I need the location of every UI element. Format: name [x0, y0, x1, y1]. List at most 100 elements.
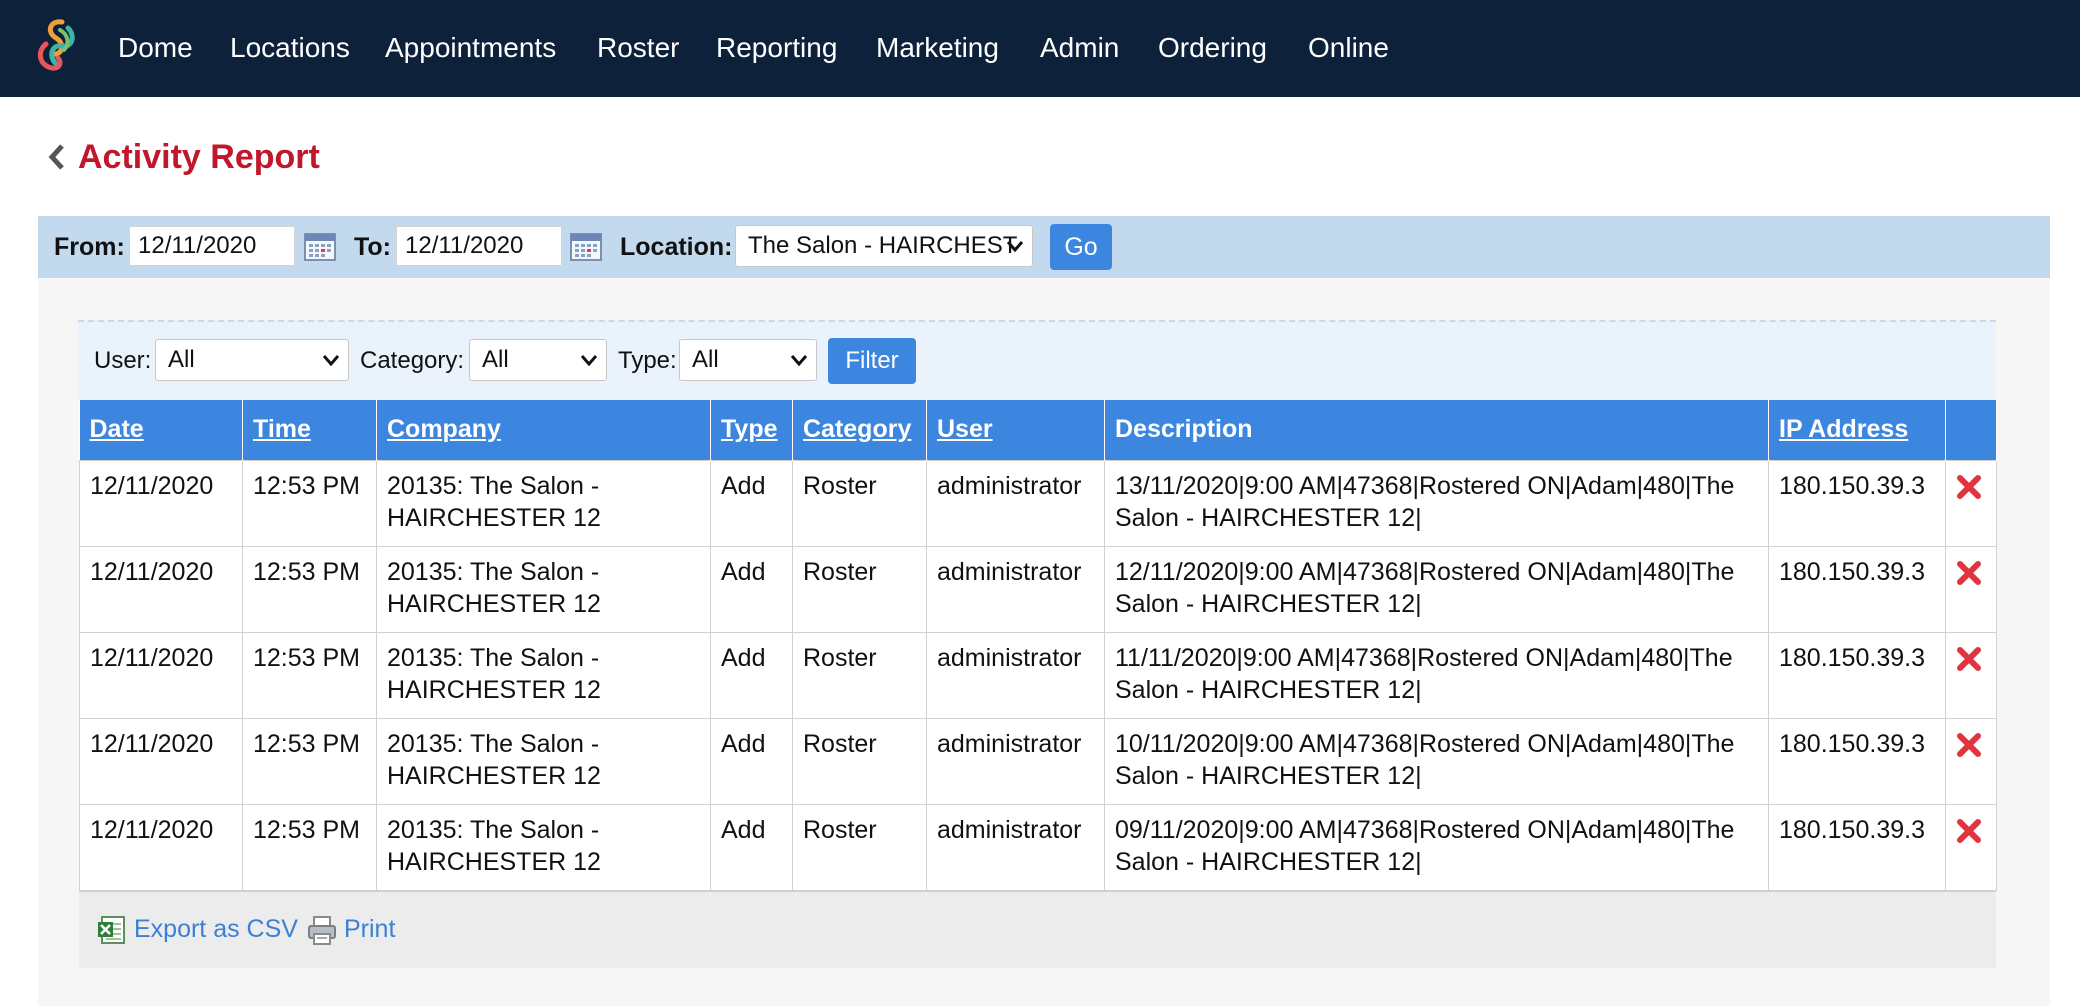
- type-filter-value: All: [692, 346, 719, 373]
- calendar-icon[interactable]: [570, 231, 602, 261]
- app-logo-icon[interactable]: [32, 16, 84, 80]
- cell-ip-address: 180.150.39.3: [1768, 459, 1946, 547]
- printer-icon[interactable]: [306, 914, 338, 946]
- cell-type: Add: [710, 803, 793, 891]
- go-button[interactable]: Go: [1050, 224, 1112, 270]
- nav-reporting[interactable]: Reporting: [716, 28, 837, 68]
- filter-button[interactable]: Filter: [828, 338, 916, 384]
- nav-dome[interactable]: Dome: [118, 28, 193, 68]
- cell-time: 12:53 PM: [242, 631, 377, 719]
- cell-date: 12/11/2020: [79, 803, 243, 891]
- cell-company: 20135: The Salon - HAIRCHESTER 12: [376, 717, 711, 805]
- cell-company: 20135: The Salon - HAIRCHESTER 12: [376, 545, 711, 633]
- header-company[interactable]: Company: [376, 400, 711, 460]
- chevron-down-icon: [580, 355, 598, 367]
- cell-description: 11/11/2020|9:00 AM|47368|Rostered ON|Ada…: [1104, 631, 1769, 719]
- to-date-input[interactable]: 12/11/2020: [396, 226, 562, 266]
- cell-time: 12:53 PM: [242, 803, 377, 891]
- header-user[interactable]: User: [926, 400, 1105, 460]
- nav-locations[interactable]: Locations: [230, 28, 350, 68]
- delete-x-icon[interactable]: [1956, 732, 1982, 758]
- user-filter-select[interactable]: All: [155, 339, 349, 381]
- cell-date: 12/11/2020: [79, 631, 243, 719]
- cell-date: 12/11/2020: [79, 717, 243, 805]
- type-filter-label: Type:: [618, 347, 677, 374]
- cell-description: 12/11/2020|9:00 AM|47368|Rostered ON|Ada…: [1104, 545, 1769, 633]
- cell-date: 12/11/2020: [79, 545, 243, 633]
- header-date[interactable]: Date: [79, 400, 243, 460]
- cell-actions: [1945, 803, 1997, 891]
- cell-date: 12/11/2020: [79, 459, 243, 547]
- table-row: 12/11/2020 12:53 PM 20135: The Salon - H…: [79, 803, 1997, 891]
- cell-ip-address: 180.150.39.3: [1768, 717, 1946, 805]
- table-header-row: Date Time Company Type Category User Des…: [79, 400, 1997, 460]
- cell-description: 09/11/2020|9:00 AM|47368|Rostered ON|Ada…: [1104, 803, 1769, 891]
- cell-type: Add: [710, 717, 793, 805]
- nav-marketing[interactable]: Marketing: [876, 28, 999, 68]
- cell-category: Roster: [792, 803, 927, 891]
- type-filter-select[interactable]: All: [679, 339, 817, 381]
- chevron-left-icon[interactable]: [46, 142, 66, 172]
- cell-user: administrator: [926, 459, 1105, 547]
- cell-time: 12:53 PM: [242, 545, 377, 633]
- chevron-down-icon: [790, 355, 808, 367]
- cell-user: administrator: [926, 631, 1105, 719]
- nav-roster[interactable]: Roster: [597, 28, 679, 68]
- header-type[interactable]: Type: [710, 400, 793, 460]
- nav-online[interactable]: Online: [1308, 28, 1389, 68]
- user-filter-value: All: [168, 346, 195, 373]
- cell-actions: [1945, 717, 1997, 805]
- delete-x-icon[interactable]: [1956, 818, 1982, 844]
- category-filter-label: Category:: [360, 347, 465, 374]
- cell-time: 12:53 PM: [242, 459, 377, 547]
- category-filter-select[interactable]: All: [469, 339, 607, 381]
- cell-description: 10/11/2020|9:00 AM|47368|Rostered ON|Ada…: [1104, 717, 1769, 805]
- export-csv-link[interactable]: Export as CSV: [134, 913, 298, 945]
- cell-time: 12:53 PM: [242, 717, 377, 805]
- cell-type: Add: [710, 459, 793, 547]
- category-filter-value: All: [482, 346, 509, 373]
- cell-type: Add: [710, 631, 793, 719]
- cell-category: Roster: [792, 631, 927, 719]
- cell-company: 20135: The Salon - HAIRCHESTER 12: [376, 803, 711, 891]
- top-nav-bar: Dome Locations Appointments Roster Repor…: [0, 0, 2080, 97]
- calendar-icon[interactable]: [304, 231, 336, 261]
- delete-x-icon[interactable]: [1956, 646, 1982, 672]
- from-date-input[interactable]: 12/11/2020: [129, 226, 295, 266]
- table-row: 12/11/2020 12:53 PM 20135: The Salon - H…: [79, 717, 1997, 805]
- nav-ordering[interactable]: Ordering: [1158, 28, 1267, 68]
- delete-x-icon[interactable]: [1956, 474, 1982, 500]
- location-select[interactable]: The Salon - HAIRCHEST: [735, 225, 1033, 267]
- header-actions: [1945, 400, 1997, 460]
- cell-ip-address: 180.150.39.3: [1768, 545, 1946, 633]
- table-row: 12/11/2020 12:53 PM 20135: The Salon - H…: [79, 459, 1997, 547]
- date-range-bar: [38, 216, 2050, 278]
- page-title: Activity Report: [78, 138, 320, 176]
- excel-icon[interactable]: [96, 914, 128, 946]
- location-label: Location:: [620, 233, 733, 261]
- activity-table: Date Time Company Type Category User Des…: [79, 400, 1997, 891]
- cell-category: Roster: [792, 717, 927, 805]
- cell-actions: [1945, 631, 1997, 719]
- cell-actions: [1945, 545, 1997, 633]
- print-link[interactable]: Print: [344, 913, 395, 945]
- delete-x-icon[interactable]: [1956, 560, 1982, 586]
- table-row: 12/11/2020 12:53 PM 20135: The Salon - H…: [79, 631, 1997, 719]
- header-category[interactable]: Category: [792, 400, 927, 460]
- header-ip-address[interactable]: IP Address: [1768, 400, 1946, 460]
- location-select-value: The Salon - HAIRCHEST: [748, 232, 1018, 259]
- cell-user: administrator: [926, 545, 1105, 633]
- cell-type: Add: [710, 545, 793, 633]
- user-filter-label: User:: [94, 347, 152, 374]
- cell-company: 20135: The Salon - HAIRCHESTER 12: [376, 459, 711, 547]
- chevron-down-icon: [322, 355, 340, 367]
- nav-admin[interactable]: Admin: [1040, 28, 1119, 68]
- nav-appointments[interactable]: Appointments: [385, 28, 556, 68]
- header-time[interactable]: Time: [242, 400, 377, 460]
- chevron-down-icon: [1006, 241, 1024, 253]
- to-label: To:: [354, 233, 392, 261]
- cell-category: Roster: [792, 459, 927, 547]
- cell-category: Roster: [792, 545, 927, 633]
- cell-company: 20135: The Salon - HAIRCHESTER 12: [376, 631, 711, 719]
- from-label: From:: [54, 233, 125, 261]
